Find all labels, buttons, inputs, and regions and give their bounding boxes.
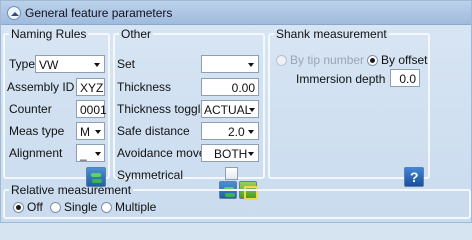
counter-label: Counter <box>9 102 52 116</box>
immersion-depth-field[interactable]: 0.0 <box>390 69 420 87</box>
panel-header[interactable]: General feature parameters <box>1 1 471 25</box>
thickness-value: 0.00 <box>231 81 255 95</box>
collapse-chevron-up-icon[interactable] <box>7 6 21 20</box>
avoidance-move-value: BOTH <box>214 147 248 161</box>
assembly-id-value: XYZ <box>80 81 104 95</box>
set-label: Set <box>117 57 136 71</box>
meas-type-dropdown[interactable]: M <box>76 122 105 140</box>
other-legend: Other <box>121 27 152 41</box>
alignment-label: Alignment <box>9 146 63 160</box>
naming-rules-legend: Naming Rules <box>11 27 87 41</box>
alignment-value: _ <box>80 147 87 161</box>
counter-field[interactable]: 0001 <box>76 100 107 118</box>
meas-type-value: M <box>80 125 90 139</box>
safe-distance-label: Safe distance <box>117 124 190 138</box>
thickness-toggle-label: Thickness toggle <box>117 102 208 116</box>
symmetrical-label: Symmetrical <box>117 168 184 182</box>
assembly-id-label: Assembly ID <box>7 80 75 94</box>
relative-multiple-label: Multiple <box>115 200 157 214</box>
counter-value: 0001 <box>80 103 107 117</box>
thickness-toggle-value: ACTUAL <box>204 103 252 117</box>
by-tip-number-radio[interactable] <box>276 55 287 66</box>
alignment-dropdown[interactable]: _ <box>76 144 105 162</box>
other-group: Other Set Thickness 0.00 Thickness toggl… <box>113 27 265 200</box>
relative-off-radio[interactable] <box>13 202 24 213</box>
type-value: VW <box>39 58 59 72</box>
safe-distance-dropdown[interactable]: 2.0 <box>201 122 259 140</box>
set-dropdown[interactable] <box>201 55 259 73</box>
chevron-down-icon <box>94 63 100 67</box>
meas-type-label: Meas type <box>9 124 65 138</box>
by-offset-label: By offset <box>381 53 428 67</box>
assembly-id-field[interactable]: XYZ <box>76 78 105 96</box>
avoidance-move-label: Avoidance move <box>117 146 206 160</box>
safe-distance-value: 2.0 <box>228 125 245 139</box>
by-offset-radio[interactable] <box>367 55 378 66</box>
relative-measurement-legend: Relative measurement <box>11 183 132 197</box>
symmetrical-checkbox[interactable] <box>225 167 238 180</box>
thickness-toggle-dropdown[interactable]: ACTUAL <box>201 100 259 118</box>
immersion-depth-value: 0.0 <box>399 72 416 86</box>
thickness-label: Thickness <box>117 80 172 94</box>
avoidance-move-dropdown[interactable]: BOTH <box>201 144 259 162</box>
panel-title: General feature parameters <box>25 6 173 20</box>
relative-measurement-group: Relative measurement Off Single Multiple <box>3 183 471 219</box>
chevron-down-icon <box>248 130 254 134</box>
relative-single-label: Single <box>64 200 98 214</box>
general-feature-parameters-panel: General feature parameters Naming Rules … <box>0 0 472 223</box>
chevron-down-icon <box>95 130 101 134</box>
relative-off-label: Off <box>27 200 43 214</box>
chevron-down-icon <box>248 152 254 156</box>
thickness-field[interactable]: 0.00 <box>201 78 259 96</box>
immersion-depth-label: Immersion depth <box>296 72 386 86</box>
type-dropdown[interactable]: VW <box>35 55 105 73</box>
chevron-down-icon <box>249 108 255 112</box>
relative-multiple-radio[interactable] <box>101 202 112 213</box>
type-label: Type <box>9 57 36 71</box>
chevron-down-icon <box>248 63 254 67</box>
relative-single-radio[interactable] <box>50 202 61 213</box>
shank-measurement-legend: Shank measurement <box>276 27 387 41</box>
shank-measurement-group: Shank measurement By tip number By offse… <box>268 27 430 187</box>
naming-rules-group: Naming Rules Type VW Assembly ID XYZ Cou… <box>3 27 110 187</box>
by-tip-number-label: By tip number <box>290 53 365 67</box>
chevron-down-icon <box>95 152 101 156</box>
